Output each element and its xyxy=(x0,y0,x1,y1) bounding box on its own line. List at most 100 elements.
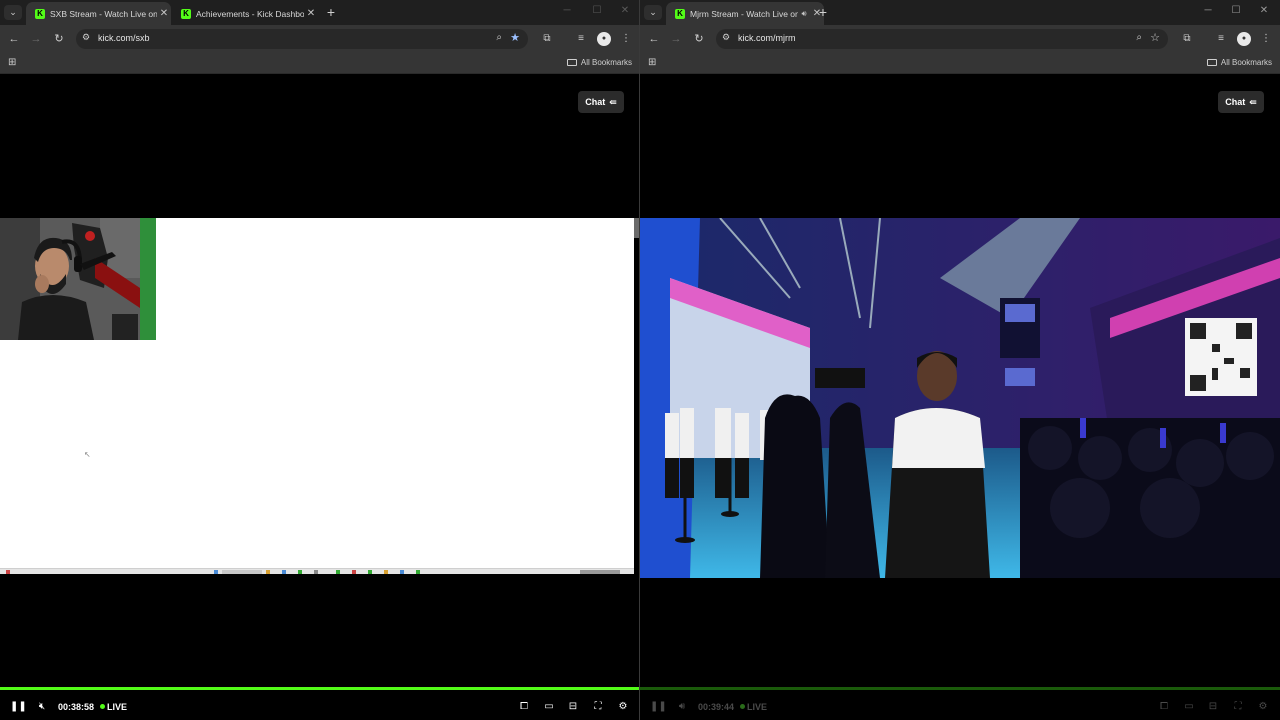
url-text[interactable]: kick.com/sxb xyxy=(98,33,150,43)
plus-icon[interactable]: + xyxy=(323,4,339,20)
taskbar-app-icon xyxy=(352,570,356,574)
puzzle-icon[interactable]: ⧉ xyxy=(540,32,554,46)
pause-icon[interactable]: ❚❚ xyxy=(10,700,27,714)
plus-icon[interactable]: + xyxy=(815,4,831,20)
tab-title: Achievements - Kick Dashboard xyxy=(196,8,304,19)
bookmarks-bar: ⊞ All Bookmarks xyxy=(0,53,639,74)
streamer-webcam-image xyxy=(0,218,156,340)
star-icon[interactable]: ★ xyxy=(510,31,520,44)
taskbar-app-icon xyxy=(416,570,420,574)
chat-toggle-button[interactable]: Chat ⇚ xyxy=(578,91,624,113)
close-icon[interactable]: ✕ xyxy=(304,8,318,19)
media-control-icon[interactable]: ≡ xyxy=(574,32,588,46)
maximize-icon[interactable]: ☐ xyxy=(1229,5,1243,16)
back-arrow-icon[interactable]: ← xyxy=(7,32,21,46)
fullscreen-icon[interactable]: ⛶ xyxy=(1231,700,1245,714)
progress-fill xyxy=(640,687,1280,690)
close-icon[interactable]: ✕ xyxy=(157,8,171,19)
pause-icon[interactable]: ❚❚ xyxy=(650,700,667,714)
progress-bar[interactable] xyxy=(640,687,1280,690)
all-bookmarks-button[interactable]: All Bookmarks xyxy=(566,58,632,67)
live-badge: LIVE xyxy=(100,702,127,712)
fullscreen-icon[interactable]: ⛶ xyxy=(591,700,605,714)
tab-search-icon[interactable]: ⌄ xyxy=(4,5,22,20)
taskbar-app-icon xyxy=(298,570,302,574)
live-badge: LIVE xyxy=(740,702,767,712)
reload-icon[interactable]: ↻ xyxy=(692,32,706,46)
kick-logo-icon: K xyxy=(35,8,45,19)
player-controls: ❚❚ 🔇︎ 00:38:58 LIVE ⧠ ▭ ⊟ ⛶ ⚙ xyxy=(0,697,639,717)
tab-audio-icon[interactable]: 🔊︎ xyxy=(798,9,810,19)
tab-strip: ⌄ K SXB Stream - Watch Live on Kick ✕ K … xyxy=(0,0,639,25)
site-info-icon[interactable]: ⚙ xyxy=(722,32,730,43)
profile-avatar[interactable]: ● xyxy=(597,32,611,46)
media-control-icon[interactable]: ≡ xyxy=(1214,32,1228,46)
chat-label: Chat xyxy=(585,97,606,107)
webcam-overlay xyxy=(0,218,156,340)
folder-icon xyxy=(1206,59,1217,66)
stream-player[interactable]: Chat ⇚ xyxy=(0,75,639,720)
browser-window-left: ⌄ K SXB Stream - Watch Live on Kick ✕ K … xyxy=(0,0,640,720)
clip-icon[interactable]: ⊟ xyxy=(1206,700,1220,714)
stream-time: 00:39:44 xyxy=(698,702,735,712)
site-info-icon[interactable]: ⚙ xyxy=(82,32,90,43)
theater-mode-icon[interactable]: ▭ xyxy=(1182,700,1196,714)
back-arrow-icon[interactable]: ← xyxy=(647,32,661,46)
settings-gear-icon[interactable]: ⚙ xyxy=(1256,700,1270,714)
stream-player[interactable]: Chat ⇚ xyxy=(640,75,1280,720)
forward-arrow-icon[interactable]: → xyxy=(29,32,43,46)
zoom-icon[interactable]: ⌕ xyxy=(496,32,502,43)
zoom-icon[interactable]: ⌕ xyxy=(1136,32,1142,43)
live-label: LIVE xyxy=(107,702,128,712)
folder-icon xyxy=(566,59,577,66)
player-controls: ❚❚ 🔊︎ 00:39:44 LIVE ⧠ ▭ ⊟ ⛶ ⚙ xyxy=(640,697,1280,717)
apps-grid-icon[interactable]: ⊞ xyxy=(8,57,16,68)
muted-speaker-icon[interactable]: 🔇︎ xyxy=(35,700,49,714)
taskbar-app-icon xyxy=(368,570,372,574)
kebab-menu-icon[interactable]: ⋮ xyxy=(619,32,633,46)
picture-in-picture-icon[interactable]: ⧠ xyxy=(1157,700,1171,714)
speaker-icon[interactable]: 🔊︎ xyxy=(675,700,689,714)
tab-achievements[interactable]: K Achievements - Kick Dashboard ✕ xyxy=(172,2,318,25)
star-icon[interactable]: ☆ xyxy=(1150,31,1160,44)
taskbar-app-icon xyxy=(400,570,404,574)
minimize-icon[interactable]: ─ xyxy=(560,5,574,16)
apps-grid-icon[interactable]: ⊞ xyxy=(648,57,656,68)
taskbar-search-icon xyxy=(222,570,262,574)
live-dot xyxy=(740,704,745,709)
puzzle-icon[interactable]: ⧉ xyxy=(1180,32,1194,46)
progress-bar[interactable] xyxy=(0,687,639,690)
chat-toggle-button[interactable]: Chat ⇚ xyxy=(1218,91,1264,113)
kebab-menu-icon[interactable]: ⋮ xyxy=(1259,32,1273,46)
theater-mode-icon[interactable]: ▭ xyxy=(542,700,556,714)
profile-avatar[interactable]: ● xyxy=(1237,32,1251,46)
taskbar-app-icon xyxy=(214,570,218,574)
video-frame[interactable] xyxy=(640,218,1280,578)
windows-taskbar xyxy=(0,568,634,574)
tab-sxb-stream[interactable]: K SXB Stream - Watch Live on Kick ✕ xyxy=(26,2,171,25)
settings-gear-icon[interactable]: ⚙ xyxy=(616,700,630,714)
url-text[interactable]: kick.com/mjrm xyxy=(738,33,796,43)
minimize-icon[interactable]: ─ xyxy=(1201,5,1215,16)
browser-toolbar: ← → ↻ ⚙ kick.com/mjrm ⌕ ☆ ⧉ ≡ ● ⋮ xyxy=(640,25,1280,53)
video-frame[interactable]: ↖ xyxy=(0,218,634,574)
tab-mjrm-stream[interactable]: K Mjrm Stream - Watch Live on Kick 🔊︎ ✕ xyxy=(666,2,824,25)
window-close-icon[interactable]: ✕ xyxy=(1257,5,1271,16)
clip-icon[interactable]: ⊟ xyxy=(566,700,580,714)
address-bar[interactable]: ⚙ kick.com/mjrm ⌕ ☆ xyxy=(716,29,1168,49)
kick-logo-icon: K xyxy=(675,8,685,19)
tab-title: SXB Stream - Watch Live on Kick xyxy=(50,8,157,19)
maximize-icon[interactable]: ☐ xyxy=(590,5,604,16)
all-bookmarks-button[interactable]: All Bookmarks xyxy=(1206,58,1272,67)
mouse-cursor-icon: ↖ xyxy=(84,450,91,459)
taskbar-app-icon xyxy=(336,570,340,574)
chat-collapse-icon: ⇚ xyxy=(609,96,617,107)
forward-arrow-icon[interactable]: → xyxy=(669,32,683,46)
tab-search-icon[interactable]: ⌄ xyxy=(644,5,662,20)
picture-in-picture-icon[interactable]: ⧠ xyxy=(517,700,531,714)
scrollbar-thumb[interactable] xyxy=(634,218,639,238)
window-close-icon[interactable]: ✕ xyxy=(618,5,632,16)
address-bar[interactable]: ⚙ kick.com/sxb ⌕ ★ xyxy=(76,29,528,49)
reload-icon[interactable]: ↻ xyxy=(52,32,66,46)
event-crowd-video-image xyxy=(640,218,1280,578)
